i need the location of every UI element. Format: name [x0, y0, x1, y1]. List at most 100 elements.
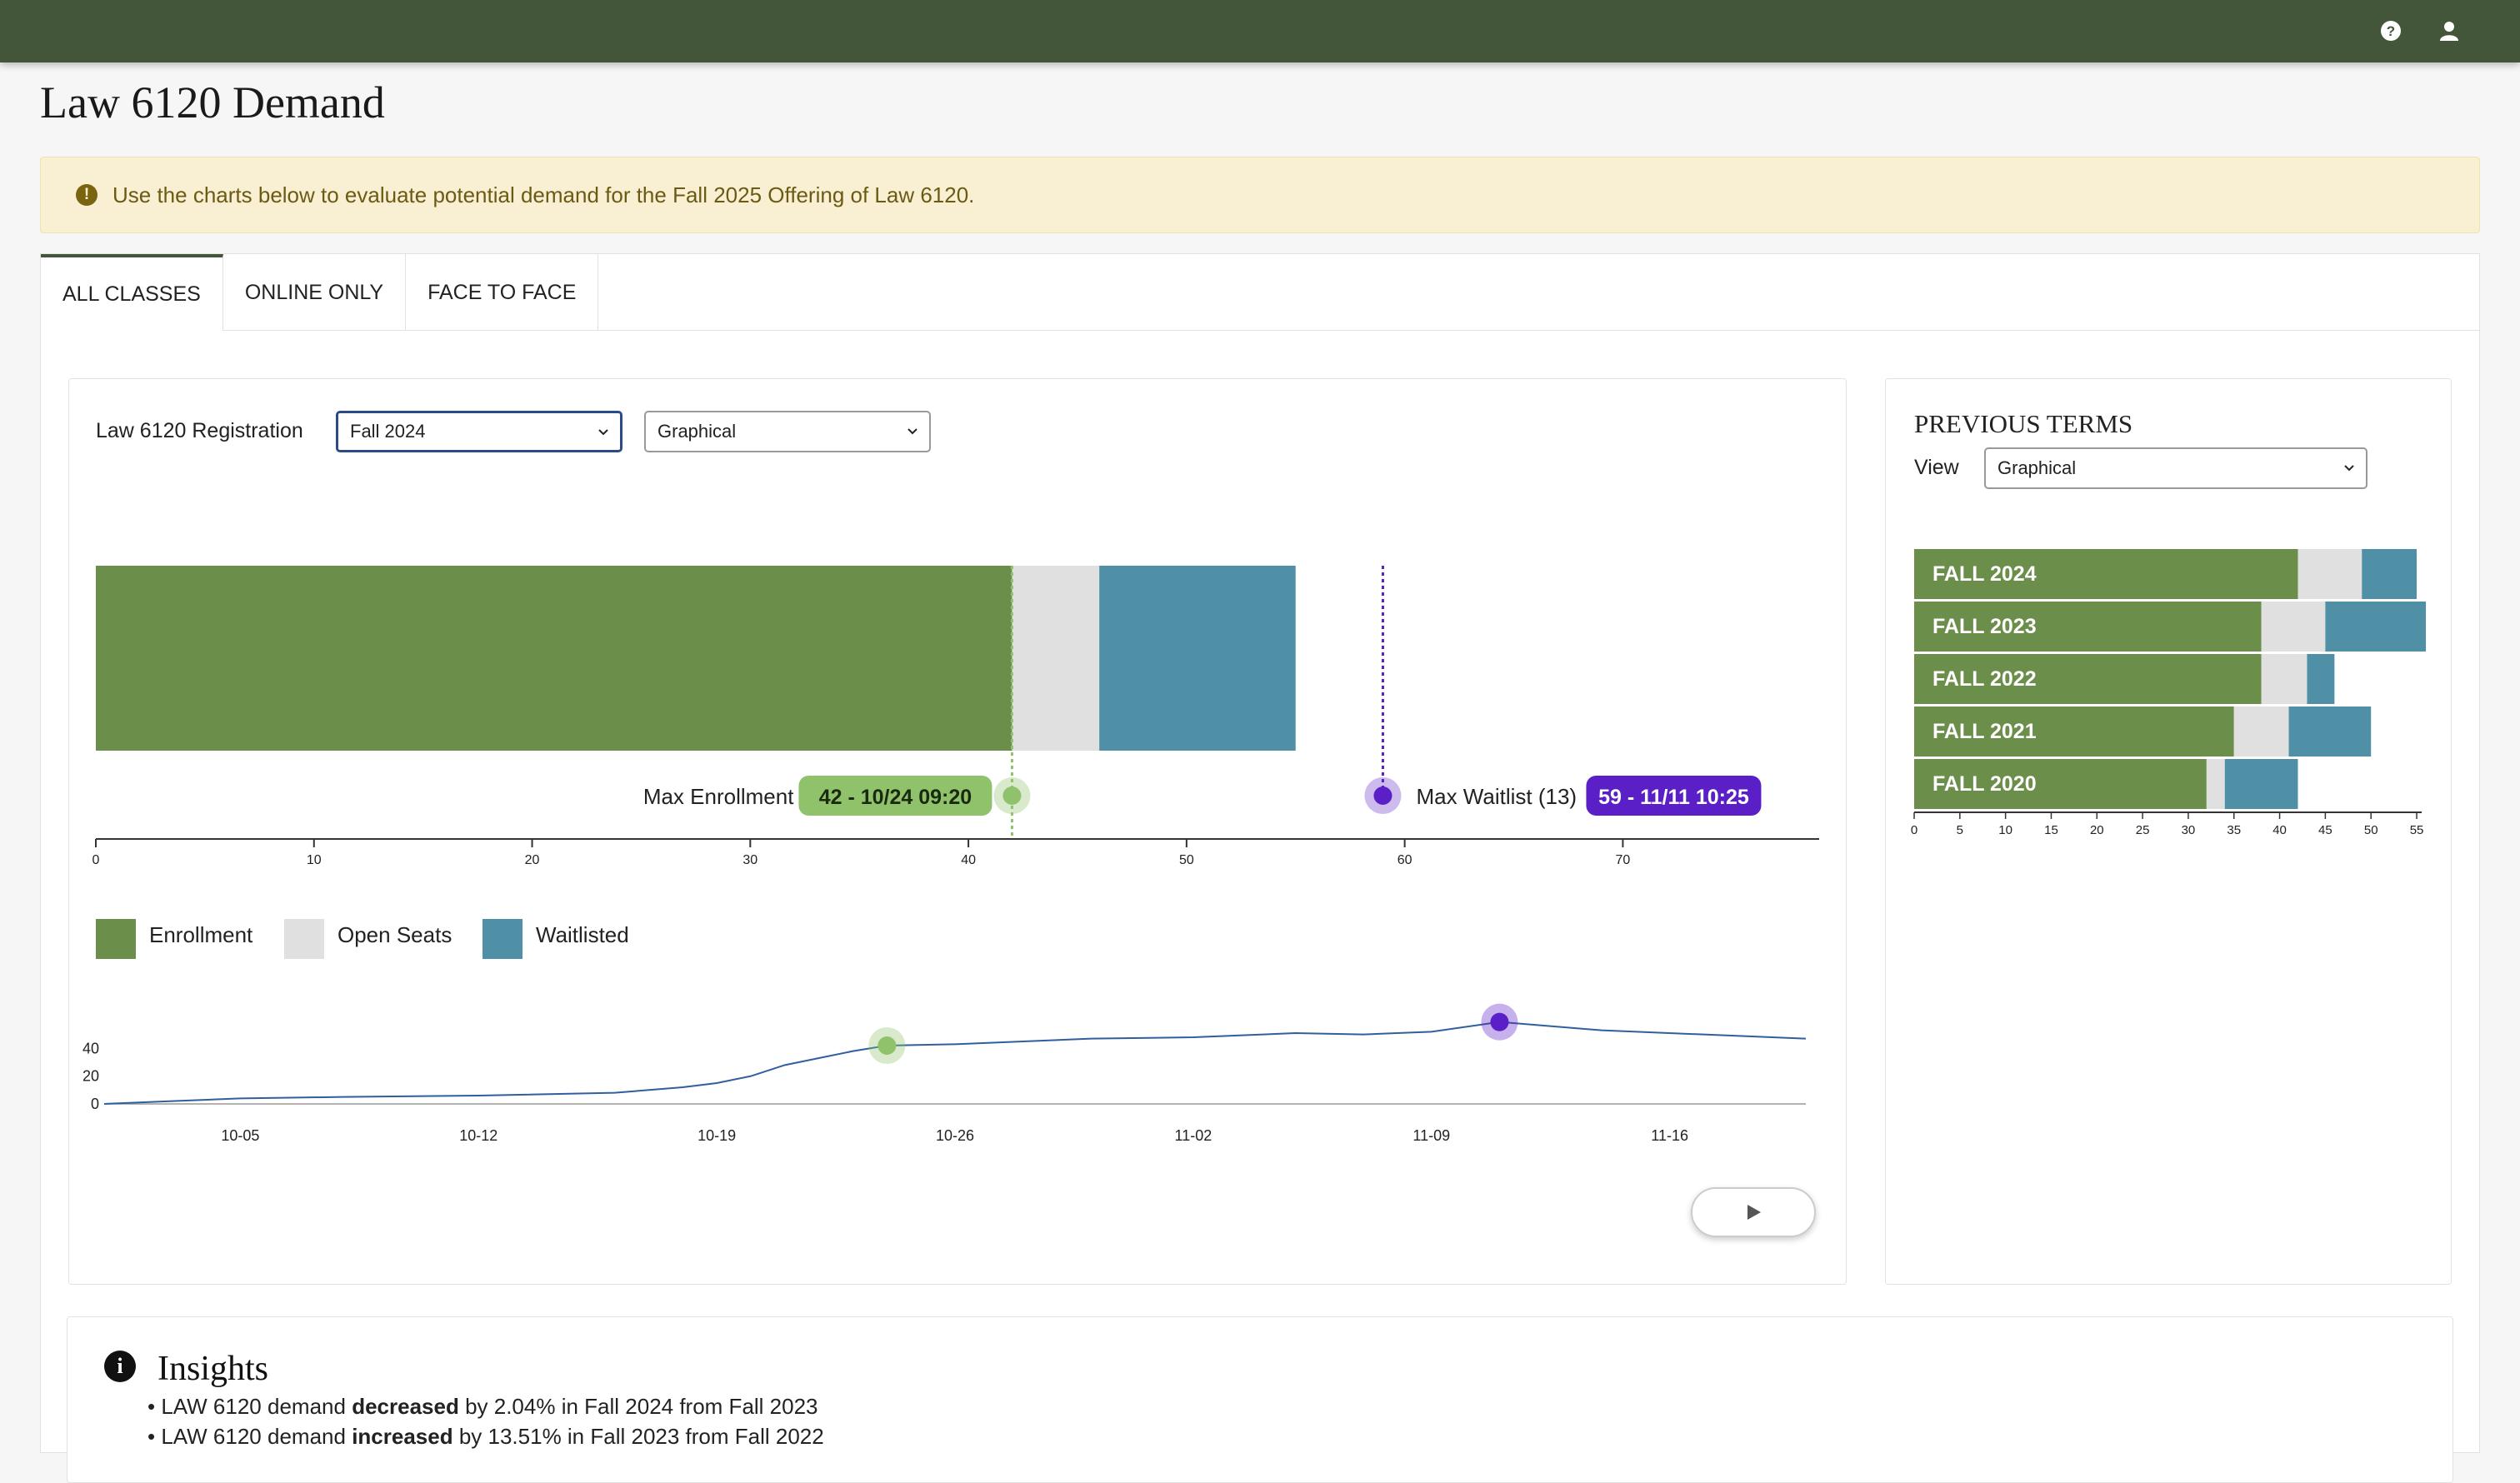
chevron-down-icon: [908, 428, 918, 435]
x-tick-label: 10-05: [221, 1127, 259, 1144]
insight-text: by 2.04% in Fall 2024 from Fall 2023: [458, 1394, 818, 1419]
tab-online-only[interactable]: ONLINE ONLY: [223, 254, 407, 331]
x-tick-label: 10-12: [459, 1127, 498, 1144]
x-tick-label: 50: [1179, 853, 1194, 867]
bar-open-seats: [1012, 566, 1100, 751]
x-tick-label: 0: [1911, 823, 1918, 837]
term-label: FALL 2023: [1932, 615, 2037, 638]
chevron-down-icon: [598, 429, 608, 436]
exclamation-icon: !: [76, 184, 98, 206]
insights-title: Insights: [158, 1350, 269, 1388]
max-enrollment-badge: 42 - 10/24 09:20: [819, 786, 972, 809]
term-bar-open-seats: [2206, 759, 2225, 809]
insights-card: i Insights • LAW 6120 demand decreased b…: [67, 1316, 2453, 1483]
x-tick-label: 11-16: [1651, 1127, 1688, 1144]
y-tick-label: 0: [91, 1096, 99, 1112]
x-tick-label: 40: [2272, 823, 2287, 837]
previous-terms-chart: FALL 2024 FALL 2023 FALL 2022 FALL 2021 FALL…: [1911, 549, 2426, 837]
chevron-down-icon: [2344, 465, 2354, 472]
top-navbar: ?: [0, 0, 2520, 62]
tab-face-to-face[interactable]: FACE TO FACE: [406, 254, 599, 331]
term-label: FALL 2021: [1932, 720, 2037, 743]
info-icon: i: [104, 1351, 136, 1382]
term-label: FALL 2020: [1932, 772, 2037, 796]
user-icon[interactable]: [2437, 18, 2462, 43]
bar-waitlisted: [1099, 566, 1296, 751]
view-label: View: [1914, 456, 1959, 479]
x-tick-label: 20: [2090, 823, 2104, 837]
term-select[interactable]: Fall 2024: [336, 411, 622, 452]
x-tick-label: 50: [2364, 823, 2378, 837]
max-waitlist-label: Max Waitlist (13): [1416, 784, 1577, 809]
x-tick-label: 55: [2410, 823, 2424, 837]
term-bar-waitlisted: [2325, 602, 2426, 652]
term-bar-open-seats: [2261, 654, 2308, 704]
x-tick-label: 10-19: [698, 1127, 736, 1144]
highlight-point: [1490, 1012, 1509, 1031]
term-select-value: Fall 2024: [350, 421, 426, 442]
insight-text: LAW 6120 demand: [161, 1424, 352, 1449]
play-button[interactable]: [1691, 1187, 1816, 1237]
legend-enrollment-swatch: [96, 919, 136, 959]
tab-bar: ALL CLASSES ONLINE ONLY FACE TO FACE: [41, 254, 2479, 331]
term-bar-open-seats: [2298, 549, 2362, 599]
x-tick-label: 15: [2044, 823, 2058, 837]
legend-waitlisted-swatch: [482, 919, 522, 959]
x-tick-label: 10: [307, 853, 322, 867]
max-waitlist-badge: 59 - 11/11 10:25: [1598, 786, 1749, 809]
legend-open-seats-label: Open Seats: [338, 922, 452, 947]
series-line: [103, 1021, 1807, 1105]
tab-all-classes[interactable]: ALL CLASSES: [41, 254, 223, 331]
insight-text: by 13.51% in Fall 2023 from Fall 2022: [452, 1424, 824, 1449]
legend-enrollment-label: Enrollment: [149, 922, 253, 947]
x-tick-label: 45: [2318, 823, 2332, 837]
x-tick-label: 10-26: [936, 1127, 974, 1144]
x-tick-label: 11-09: [1412, 1127, 1450, 1144]
registration-line-chart: 0 20 40 10-05 10-12 10-19 10-26 11-02 11-09 11-16: [82, 1003, 1807, 1144]
insight-line: • LAW 6120 demand decreased by 2.04% in …: [148, 1394, 818, 1419]
previous-terms-view-select[interactable]: Graphical: [1984, 447, 2368, 489]
insight-text: LAW 6120 demand: [161, 1394, 352, 1419]
insight-emphasis: decreased: [352, 1394, 459, 1419]
x-tick-label: 11-02: [1175, 1127, 1212, 1144]
max-enrollment-dot: [1002, 786, 1022, 805]
x-tick-label: 70: [1616, 853, 1631, 867]
y-tick-label: 40: [82, 1040, 99, 1056]
x-tick-label: 35: [2227, 823, 2241, 837]
highlight-point: [878, 1036, 897, 1055]
x-tick-label: 10: [1998, 823, 2012, 837]
term-bar-waitlisted: [2307, 654, 2335, 704]
x-tick-label: 30: [2182, 823, 2196, 837]
x-tick-label: 25: [2136, 823, 2150, 837]
play-icon: [1748, 1205, 1761, 1220]
svg-text:?: ?: [2387, 23, 2395, 39]
insight-line: • LAW 6120 demand increased by 13.51% in…: [148, 1424, 824, 1449]
term-bar-open-seats: [2233, 707, 2289, 756]
registration-label: Law 6120 Registration: [96, 419, 303, 442]
term-bar-open-seats: [2261, 602, 2326, 652]
x-tick-label: 5: [1957, 823, 1963, 837]
max-enrollment-label: Max Enrollment: [643, 784, 794, 809]
term-bar-waitlisted: [2224, 759, 2298, 809]
legend-open-seats-swatch: [284, 919, 324, 959]
x-tick-label: 60: [1398, 853, 1412, 867]
x-tick-label: 20: [525, 853, 540, 867]
alert-text: Use the charts below to evaluate potenti…: [112, 182, 975, 207]
term-bar-waitlisted: [2288, 707, 2372, 756]
page-title: Law 6120 Demand: [40, 77, 385, 127]
previous-terms-view-value: Graphical: [1998, 457, 2077, 478]
term-bar-waitlisted: [2362, 549, 2418, 599]
term-label: FALL 2022: [1932, 667, 2037, 691]
legend-waitlisted-label: Waitlisted: [536, 922, 629, 947]
y-tick-label: 20: [82, 1068, 99, 1085]
previous-terms-title: PREVIOUS TERMS: [1914, 409, 2133, 438]
term-label: FALL 2024: [1932, 562, 2037, 586]
help-icon[interactable]: ?: [2378, 18, 2403, 43]
view-select[interactable]: Graphical: [644, 411, 931, 452]
view-select-value: Graphical: [658, 421, 737, 442]
info-alert: ! Use the charts below to evaluate poten…: [40, 157, 2480, 233]
max-waitlist-dot: [1373, 786, 1392, 805]
previous-terms-card: PREVIOUS TERMS View Graphical FALL 2024 F…: [1885, 378, 2452, 1285]
registration-bar-chart: 0 10 20 30 40 50 60 70 42 - 10/24 09:20 Max Enrol…: [92, 566, 1819, 867]
bar-enrollment: [96, 566, 1012, 751]
